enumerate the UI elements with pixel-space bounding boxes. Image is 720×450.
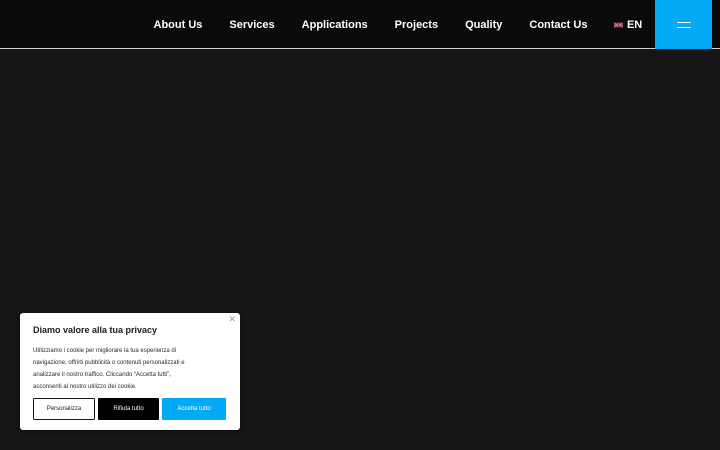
cookie-consent-banner: ✕ Diamo valore alla tua privacy Utilizzi… xyxy=(20,313,240,430)
cookie-title: Diamo valore alla tua privacy xyxy=(33,325,158,335)
nav-services[interactable]: Services xyxy=(229,19,274,31)
site-header: About Us Services Applications Projects … xyxy=(0,0,720,49)
language-switcher[interactable]: EN xyxy=(613,18,643,31)
nav-about-us[interactable]: About Us xyxy=(154,19,203,31)
accept-all-button[interactable]: Accetta tutto xyxy=(162,398,226,420)
nav-contact-us[interactable]: Contact Us xyxy=(529,19,587,31)
main-nav: About Us Services Applications Projects … xyxy=(140,0,643,49)
cookie-text-line: Utilizziamo i cookie per migliorare la t… xyxy=(33,348,177,354)
cookie-text-line: navigazione, offrirti pubblicità o conte… xyxy=(33,360,185,366)
close-icon[interactable]: ✕ xyxy=(228,314,236,325)
hamburger-menu-button[interactable] xyxy=(655,0,712,49)
nav-projects[interactable]: Projects xyxy=(395,19,438,31)
reject-all-button[interactable]: Rifiuta tutto xyxy=(98,398,159,420)
hamburger-menu-icon xyxy=(676,21,691,23)
cookie-text-line: analizzare il nostro traffico. Cliccando… xyxy=(33,372,171,378)
nav-quality[interactable]: Quality xyxy=(465,19,502,31)
cookie-buttons: Personalizza Rifiuta tutto Accetta tutto xyxy=(33,398,226,420)
hamburger-menu-icon-bar xyxy=(676,26,691,28)
uk-flag-icon xyxy=(613,21,623,28)
nav-applications[interactable]: Applications xyxy=(302,19,368,31)
page: About Us Services Applications Projects … xyxy=(0,0,720,450)
customize-button[interactable]: Personalizza xyxy=(33,398,95,420)
language-label: EN xyxy=(626,18,643,31)
cookie-description: Utilizziamo i cookie per migliorare la t… xyxy=(33,345,228,393)
cookie-text-line: acconsenti al nostro utilizzo dei cookie… xyxy=(33,384,137,390)
